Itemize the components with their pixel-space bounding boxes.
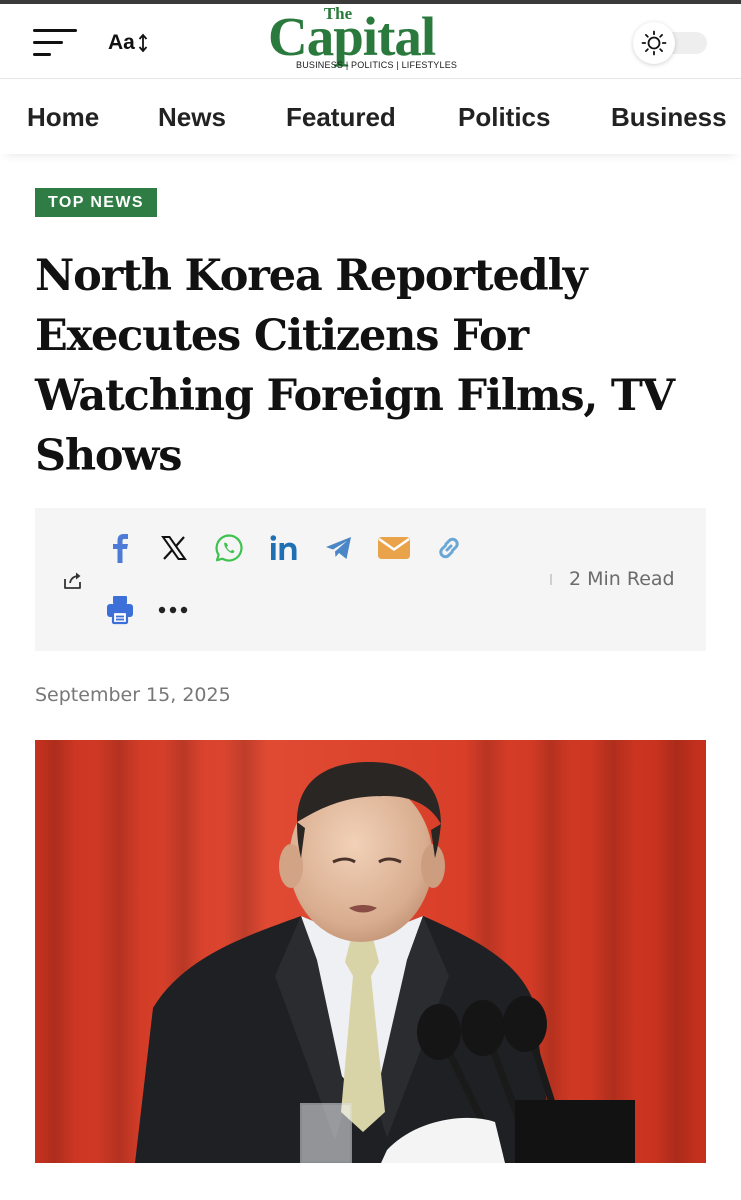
hero-photo <box>35 740 706 1163</box>
publish-date: September 15, 2025 <box>35 684 231 706</box>
logo-name: Capital <box>268 6 436 67</box>
more-icon[interactable] <box>156 592 192 628</box>
hamburger-menu-icon[interactable] <box>33 26 79 60</box>
main-nav: Home News Featured Politics Business <box>0 80 741 154</box>
print-icon[interactable] <box>102 592 138 628</box>
facebook-icon[interactable] <box>103 530 139 566</box>
logo-tagline: BUSINESS | POLITICS | LIFESTYLES <box>296 60 458 70</box>
site-logo[interactable]: The Capital BUSINESS | POLITICS | LIFEST… <box>268 4 474 76</box>
nav-item-business[interactable]: Business <box>611 102 727 133</box>
read-time: 2 Min Read <box>569 568 675 590</box>
sun-icon <box>641 30 667 56</box>
read-time-divider <box>550 574 552 585</box>
share-bar: 2 Min Read <box>35 508 706 651</box>
article-hero-image <box>35 740 706 1163</box>
telegram-icon[interactable] <box>321 530 357 566</box>
linkedin-icon[interactable] <box>266 530 302 566</box>
article-title: North Korea Reportedly Executes Citizens… <box>35 251 675 481</box>
email-icon[interactable] <box>376 530 412 566</box>
whatsapp-icon[interactable] <box>211 530 247 566</box>
font-size-label: Aa <box>108 31 135 54</box>
share-icon[interactable] <box>61 568 85 592</box>
nav-item-featured[interactable]: Featured <box>286 102 396 133</box>
nav-item-news[interactable]: News <box>158 102 226 133</box>
copy-link-icon[interactable] <box>431 530 467 566</box>
x-icon[interactable] <box>156 530 192 566</box>
toggle-knob <box>633 22 675 64</box>
nav-item-home[interactable]: Home <box>27 102 99 133</box>
font-size-toggle[interactable]: Aa <box>108 28 148 58</box>
dark-mode-toggle[interactable] <box>633 22 707 64</box>
resize-arrows-icon <box>138 33 148 53</box>
category-badge[interactable]: TOP NEWS <box>35 188 157 217</box>
site-header: Aa The Capital BUSINESS | POLITICS | LIF… <box>0 4 741 79</box>
nav-item-politics[interactable]: Politics <box>458 102 550 133</box>
